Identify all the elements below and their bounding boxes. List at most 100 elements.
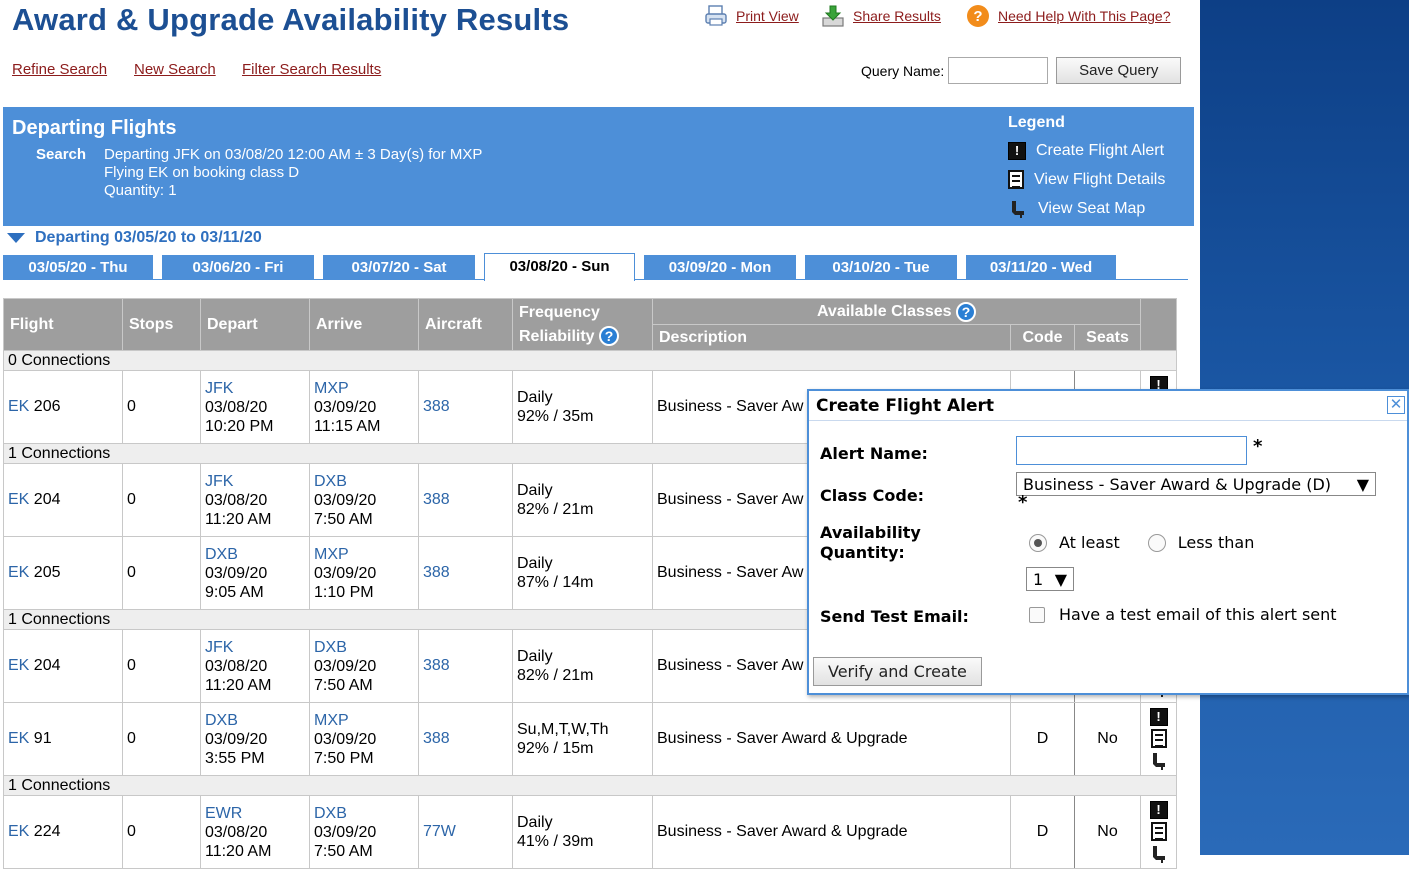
header-stops[interactable]: Stops bbox=[122, 298, 201, 351]
date-text: 03/09/20 bbox=[205, 730, 268, 748]
less-than-radio[interactable] bbox=[1147, 533, 1166, 552]
send-test-email-text: Have a test email of this alert sent bbox=[1059, 605, 1337, 624]
header-aircraft[interactable]: Aircraft bbox=[418, 298, 513, 351]
date-text: 03/09/20 bbox=[314, 657, 377, 675]
quantity-select[interactable]: 1 ▼ bbox=[1026, 567, 1074, 591]
airport-link[interactable]: DXB bbox=[205, 711, 305, 730]
tab-date[interactable]: 03/10/20 - Tue bbox=[805, 255, 957, 280]
aircraft-link[interactable]: 388 bbox=[423, 564, 450, 581]
refine-search-link[interactable]: Refine Search bbox=[12, 61, 107, 78]
header-frequency[interactable]: Frequency Reliability ? bbox=[512, 298, 653, 351]
send-test-email-checkbox[interactable] bbox=[1029, 606, 1045, 623]
airline-link[interactable]: EK bbox=[8, 491, 29, 508]
download-icon bbox=[822, 5, 844, 27]
share-results-link[interactable]: Share Results bbox=[853, 8, 941, 24]
header-depart[interactable]: Depart bbox=[200, 298, 310, 351]
exclamation-icon[interactable]: ! bbox=[1149, 800, 1168, 819]
help-icon: ? bbox=[967, 5, 989, 27]
date-text: 03/08/20 bbox=[205, 491, 268, 509]
print-view-link[interactable]: Print View bbox=[736, 8, 799, 24]
airport-link[interactable]: MXP bbox=[314, 379, 414, 398]
airport-link[interactable]: JFK bbox=[205, 379, 305, 398]
airline-link[interactable]: EK bbox=[8, 823, 29, 840]
flight-number: 206 bbox=[33, 398, 61, 415]
airline-link[interactable]: EK bbox=[8, 564, 29, 581]
connection-group-row: 0 Connections bbox=[3, 350, 1177, 371]
tab-date-active[interactable]: 03/08/20 - Sun bbox=[484, 253, 635, 281]
frequency-cell: Daily 41% / 39m bbox=[512, 795, 653, 869]
frequency-cell: Daily 82% / 21m bbox=[512, 463, 653, 537]
need-help-link[interactable]: Need Help With This Page? bbox=[998, 8, 1171, 24]
flight-row: EK 224 0 EWR 03/08/20 11:20 AM DXB 03/09/20 7:5… bbox=[3, 795, 1177, 869]
date-tabs: 03/05/20 - Thu 03/06/20 - Fri 03/07/20 -… bbox=[3, 253, 1188, 281]
at-least-radio[interactable] bbox=[1029, 533, 1047, 552]
header-flight[interactable]: Flight bbox=[3, 298, 123, 351]
available-classes-label: Available Classes bbox=[816, 302, 952, 320]
date-text: 03/09/20 bbox=[314, 564, 377, 582]
collapse-triangle-icon[interactable] bbox=[7, 233, 25, 243]
verify-and-create-button[interactable]: Verify and Create bbox=[813, 657, 982, 686]
airport-link[interactable]: MXP bbox=[314, 711, 414, 730]
airport-link[interactable]: MXP bbox=[314, 545, 414, 564]
airline-link[interactable]: EK bbox=[8, 730, 29, 747]
aircraft-link[interactable]: 388 bbox=[423, 730, 450, 747]
tab-date[interactable]: 03/07/20 - Sat bbox=[323, 255, 475, 280]
date-text: 03/09/20 bbox=[314, 398, 377, 416]
aircraft-link[interactable]: 388 bbox=[423, 657, 450, 674]
document-icon[interactable] bbox=[1150, 821, 1167, 841]
new-search-link[interactable]: New Search bbox=[134, 61, 216, 78]
airport-link[interactable]: DXB bbox=[314, 804, 414, 823]
airport-link[interactable]: JFK bbox=[205, 638, 305, 657]
airport-link[interactable]: EWR bbox=[205, 804, 305, 823]
flight-number: 224 bbox=[33, 823, 61, 840]
seat-icon[interactable] bbox=[1149, 844, 1169, 864]
time-text: 10:20 PM bbox=[205, 417, 274, 435]
header-arrive[interactable]: Arrive bbox=[309, 298, 419, 351]
airport-link[interactable]: DXB bbox=[205, 545, 305, 564]
save-query-button[interactable]: Save Query bbox=[1056, 57, 1182, 84]
document-icon[interactable] bbox=[1150, 728, 1167, 748]
airline-link[interactable]: EK bbox=[8, 398, 29, 415]
class-code: D bbox=[1010, 702, 1075, 776]
alert-name-input[interactable] bbox=[1016, 436, 1247, 465]
tab-date[interactable]: 03/06/20 - Fri bbox=[162, 255, 314, 280]
tab-date[interactable]: 03/05/20 - Thu bbox=[3, 255, 153, 280]
aircraft-link[interactable]: 388 bbox=[423, 491, 450, 508]
class-description: Business - Saver Award & Upgrade bbox=[652, 795, 1011, 869]
question-icon[interactable]: ? bbox=[599, 326, 620, 347]
aircraft-cell: 388 bbox=[418, 702, 513, 776]
question-icon[interactable]: ? bbox=[956, 301, 977, 322]
airport-link[interactable]: DXB bbox=[314, 472, 414, 491]
date-text: 03/09/20 bbox=[314, 730, 377, 748]
class-code-select[interactable]: Business - Saver Award & Upgrade (D) ▼ bbox=[1016, 472, 1376, 496]
header-seats: Seats bbox=[1074, 324, 1141, 351]
query-name-input[interactable] bbox=[948, 57, 1049, 84]
filter-search-results-link[interactable]: Filter Search Results bbox=[242, 61, 381, 78]
frequency-text: Daily bbox=[517, 482, 553, 499]
stops-cell: 0 bbox=[122, 536, 201, 610]
close-icon[interactable]: ✕ bbox=[1387, 396, 1405, 414]
departure-range[interactable]: Departing 03/05/20 to 03/11/20 bbox=[7, 229, 262, 247]
header-actions bbox=[1140, 298, 1177, 351]
date-text: 03/08/20 bbox=[205, 657, 268, 675]
availability-label-line: Availability bbox=[820, 523, 921, 542]
departing-flights-title: Departing Flights bbox=[12, 117, 177, 139]
flight-number: 91 bbox=[33, 730, 52, 747]
airline-link[interactable]: EK bbox=[8, 657, 29, 674]
reliability-text: 82% / 21m bbox=[517, 501, 594, 518]
connection-count: 1 Connections bbox=[3, 775, 1177, 796]
dialog-title: Create Flight Alert bbox=[816, 395, 995, 416]
aircraft-link[interactable]: 77W bbox=[423, 823, 456, 840]
airport-link[interactable]: JFK bbox=[205, 472, 305, 491]
send-test-email-group: Have a test email of this alert sent bbox=[1029, 605, 1337, 624]
exclamation-icon[interactable]: ! bbox=[1149, 707, 1168, 726]
airport-link[interactable]: DXB bbox=[314, 638, 414, 657]
time-text: 3:55 PM bbox=[205, 749, 265, 767]
seat-icon[interactable] bbox=[1149, 751, 1169, 771]
aircraft-cell: 388 bbox=[418, 370, 513, 444]
query-name-label: Query Name: bbox=[861, 62, 945, 79]
aircraft-link[interactable]: 388 bbox=[423, 398, 450, 415]
time-text: 11:20 AM bbox=[205, 510, 272, 528]
tab-date[interactable]: 03/09/20 - Mon bbox=[644, 255, 796, 280]
tab-date[interactable]: 03/11/20 - Wed bbox=[966, 255, 1116, 280]
